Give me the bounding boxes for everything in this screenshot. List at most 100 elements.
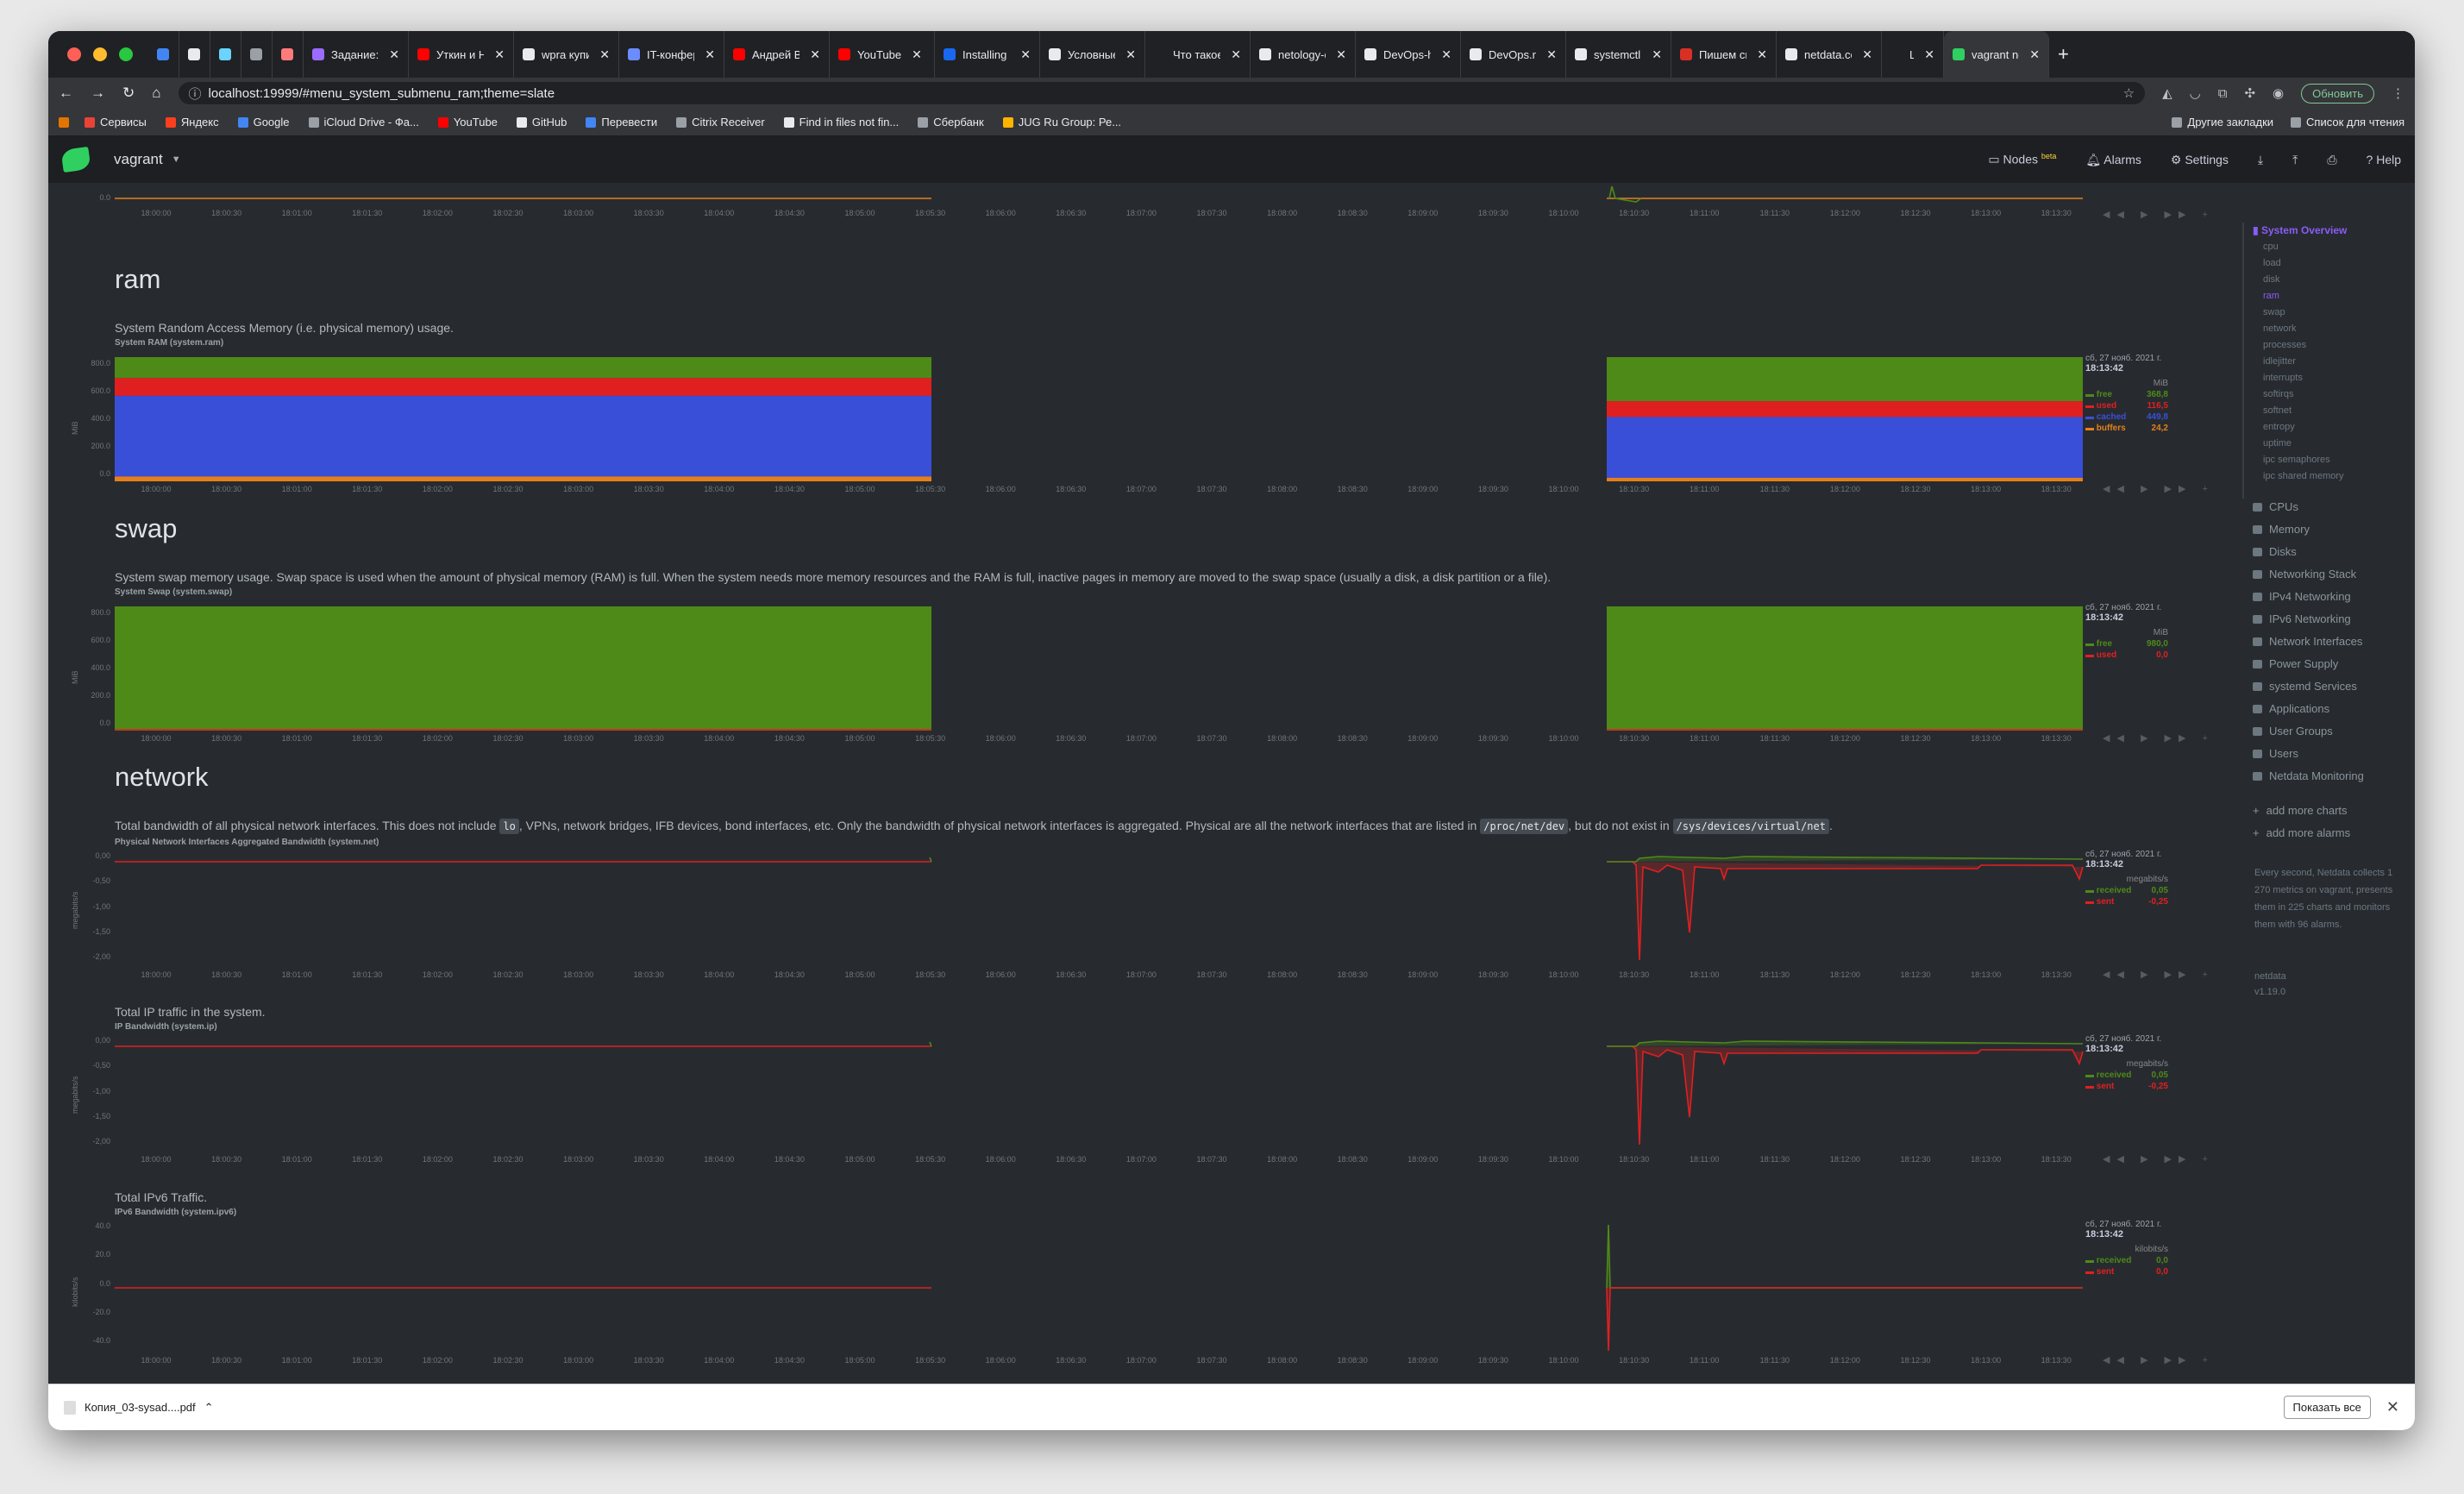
chart-system-ip[interactable]: IP Bandwidth (system.ip) megabits/s 0,00 -0…	[48, 1022, 2215, 1164]
translate-icon[interactable]: ⧉	[2218, 86, 2228, 101]
chart-plot-area[interactable]	[115, 1223, 2133, 1353]
caret-down-icon[interactable]: ▼	[172, 154, 181, 165]
extension-icon[interactable]: ◭	[2162, 85, 2172, 101]
tab-close-icon[interactable]: ✕	[1020, 47, 1031, 62]
legend-dimension[interactable]: ▬ buffers 24,2	[2085, 424, 2168, 433]
tab-close-icon[interactable]: ✕	[1231, 47, 1241, 62]
download-item[interactable]: Копия_03-sysad....pdf ⌃	[64, 1400, 214, 1415]
bookmark-item[interactable]: Перевести	[586, 116, 657, 129]
other-bookmarks[interactable]: Другие закладки	[2172, 116, 2273, 129]
chart-controls[interactable]: ◀◀ ▶ ▶▶ + − ✥	[2103, 483, 2215, 494]
sidebar-system-overview[interactable]: ▮ System Overview	[2253, 224, 2347, 236]
legend-dimension[interactable]: ▬ free 980,0	[2085, 639, 2168, 649]
minimize-window-button[interactable]	[93, 47, 107, 61]
close-download-bar-icon[interactable]: ✕	[2386, 1398, 2399, 1416]
browser-tab[interactable]: wpra купить ✕	[514, 31, 619, 78]
legend-dimension[interactable]: ▬ received 0,05	[2085, 886, 2168, 895]
sidebar-group-disks[interactable]: Disks	[2253, 545, 2297, 558]
chart-plot-area[interactable]	[115, 606, 2133, 731]
bookmark-item[interactable]: Яндекс	[165, 116, 219, 129]
print-icon[interactable]: ⎙	[2327, 153, 2336, 167]
tab-close-icon[interactable]: ✕	[1652, 47, 1662, 62]
legend-dimension[interactable]: ▬ used 116,5	[2085, 401, 2168, 411]
browser-tab[interactable]: Уткин и Нем ✕	[409, 31, 514, 78]
sidebar-group-systemd-services[interactable]: systemd Services	[2253, 680, 2357, 693]
show-all-downloads-button[interactable]: Показать все	[2283, 1396, 2371, 1419]
bookmark-item[interactable]: JUG Ru Group: Ре...	[1002, 116, 1121, 129]
sidebar-group-ipv4-networking[interactable]: IPv4 Networking	[2253, 590, 2351, 603]
legend-dimension[interactable]: ▬ sent 0,0	[2085, 1267, 2168, 1277]
sidebar-group-users[interactable]: Users	[2253, 747, 2298, 760]
legend-dimension[interactable]: ▬ sent -0,25	[2085, 897, 2168, 907]
chart-controls[interactable]: ◀◀ ▶ ▶▶ + − ✥	[2103, 209, 2215, 220]
netdata-logo-icon[interactable]	[60, 146, 91, 173]
sidebar-item-disk[interactable]: disk	[2263, 274, 2280, 285]
upload-icon[interactable]: ⤒	[2292, 153, 2298, 167]
legend-dimension[interactable]: ▬ free 368,8	[2085, 390, 2168, 399]
sidebar-item-ipc-semaphores[interactable]: ipc semaphores	[2263, 455, 2330, 465]
update-button[interactable]: Обновить	[2301, 83, 2374, 104]
legend-dimension[interactable]: ▬ sent -0,25	[2085, 1082, 2168, 1091]
new-tab-button[interactable]: +	[2049, 31, 2078, 78]
legend-dimension[interactable]: ▬ received 0,05	[2085, 1070, 2168, 1080]
legend-dimension[interactable]: ▬ used 0,0	[2085, 650, 2168, 660]
sidebar-group-netdata-monitoring[interactable]: Netdata Monitoring	[2253, 769, 2364, 782]
sidebar-item-load[interactable]: load	[2263, 258, 2281, 268]
sidebar-item-entropy[interactable]: entropy	[2263, 422, 2295, 432]
sidebar-item-idlejitter[interactable]: idlejitter	[2263, 356, 2296, 367]
bookmark-item[interactable]: GitHub	[516, 116, 567, 129]
bookmark-item[interactable]: Сбербанк	[918, 116, 984, 129]
tab-close-icon[interactable]: ✕	[1924, 47, 1934, 62]
site-info-icon[interactable]: ⓘ	[189, 85, 202, 103]
sidebar-item-uptime[interactable]: uptime	[2263, 438, 2292, 449]
chart-controls[interactable]: ◀◀ ▶ ▶▶ + − ✥	[2103, 1153, 2215, 1164]
browser-tab[interactable]	[148, 31, 179, 78]
tab-close-icon[interactable]: ✕	[1546, 47, 1557, 62]
bookmark-star-icon[interactable]: ☆	[2123, 85, 2135, 101]
chart-plot-area[interactable]	[115, 1038, 2133, 1152]
sidebar-item-ipc-shared-memory[interactable]: ipc shared memory	[2263, 471, 2344, 481]
browser-tab[interactable]: Шаг 4. Осно ✕	[1882, 31, 1944, 78]
browser-tab[interactable]	[210, 31, 241, 78]
sidebar-item-cpu[interactable]: cpu	[2263, 242, 2279, 252]
tab-close-icon[interactable]: ✕	[810, 47, 820, 62]
tab-close-icon[interactable]: ✕	[912, 47, 922, 62]
add-more-alarms-link[interactable]: + add more alarms	[2253, 826, 2350, 839]
sidebar-item-interrupts[interactable]: interrupts	[2263, 373, 2303, 383]
address-bar[interactable]: ⓘ localhost:19999/#menu_system_submenu_r…	[178, 82, 2146, 104]
puzzle-icon[interactable]: ✣	[2244, 85, 2255, 101]
close-window-button[interactable]	[67, 47, 81, 61]
bookmark-item[interactable]: Сервисы	[85, 116, 147, 129]
bookmark-item[interactable]: Google	[237, 116, 290, 129]
chart-plot-area[interactable]	[115, 853, 2133, 967]
browser-tab[interactable]: Что такое Т ✕	[1145, 31, 1251, 78]
browser-tab[interactable]: netdata.conf ✕	[1777, 31, 1882, 78]
back-icon[interactable]: ←	[59, 85, 73, 102]
profile-avatar[interactable]: ◉	[2273, 85, 2284, 101]
apps-grid-icon[interactable]	[59, 116, 69, 128]
bookmark-item[interactable]: YouTube	[437, 116, 498, 129]
browser-tab[interactable]: netology-de ✕	[1251, 31, 1356, 78]
pocket-icon[interactable]: ◡	[2190, 85, 2201, 101]
chart-system-swap[interactable]: System Swap (system.swap) MiB 800.0 600.0 40…	[48, 587, 2215, 744]
browser-tab[interactable]: vagrant neto ✕	[1944, 31, 2049, 78]
browser-tab[interactable]: systemctl un ✕	[1566, 31, 1671, 78]
alarms-button[interactable]: 🔔︎ Alarms	[2085, 153, 2141, 167]
add-more-charts-link[interactable]: + add more charts	[2253, 804, 2348, 817]
bookmark-item[interactable]: iCloud Drive - Фа...	[308, 116, 419, 129]
menu-dots-icon[interactable]: ⋮	[2392, 85, 2404, 101]
browser-tab[interactable]: Пишем сист ✕	[1671, 31, 1777, 78]
download-icon[interactable]: ⤓	[2258, 153, 2263, 167]
legend-dimension[interactable]: ▬ cached 449,8	[2085, 412, 2168, 422]
tab-close-icon[interactable]: ✕	[1441, 47, 1451, 62]
browser-tab[interactable]: YouTube ✕	[830, 31, 935, 78]
sidebar-item-swap[interactable]: swap	[2263, 307, 2285, 317]
tab-close-icon[interactable]: ✕	[2029, 47, 2040, 62]
maximize-window-button[interactable]	[119, 47, 133, 61]
browser-tab[interactable]: Installing Va ✕	[935, 31, 1040, 78]
chart-controls[interactable]: ◀◀ ▶ ▶▶ + − ✥	[2103, 732, 2215, 744]
sidebar-item-softirqs[interactable]: softirqs	[2263, 389, 2293, 399]
forward-icon[interactable]: →	[91, 85, 105, 102]
tab-close-icon[interactable]: ✕	[389, 47, 399, 62]
browser-tab[interactable]: Задание: Д ✕	[304, 31, 409, 78]
